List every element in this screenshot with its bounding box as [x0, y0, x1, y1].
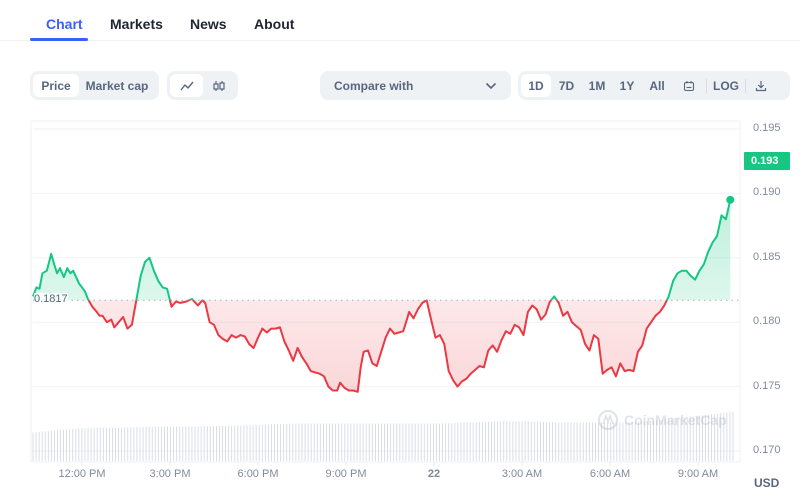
y-tick-label: 0.185 — [753, 250, 781, 263]
current-price-dot — [726, 195, 735, 204]
x-tick-label: 6:00 AM — [589, 468, 631, 480]
x-tick-label: 9:00 PM — [325, 468, 367, 480]
x-tick-label: 22 — [427, 468, 441, 480]
y-tick-label: 0.175 — [753, 379, 781, 392]
baseline-label: 0.1817 — [34, 293, 68, 305]
x-tick-label: 9:00 AM — [677, 468, 719, 480]
current-price-tag: 0.193 — [744, 152, 790, 170]
svg-text:CoinMarketCap: CoinMarketCap — [624, 412, 727, 428]
y-tick-label: 0.170 — [753, 444, 781, 456]
price-chart[interactable]: CoinMarketCap — [0, 0, 800, 502]
currency-label: USD — [754, 476, 780, 490]
x-tick-label: 6:00 PM — [237, 468, 279, 480]
x-tick-label: 3:00 AM — [501, 468, 543, 480]
y-tick-label: 0.195 — [753, 122, 781, 134]
x-tick-label: 3:00 PM — [149, 468, 191, 480]
y-tick-label: 0.190 — [753, 186, 781, 199]
x-tick-label: 12:00 PM — [58, 468, 106, 480]
coinmarketcap-watermark: CoinMarketCap — [598, 410, 727, 430]
y-tick-label: 0.180 — [753, 315, 781, 328]
